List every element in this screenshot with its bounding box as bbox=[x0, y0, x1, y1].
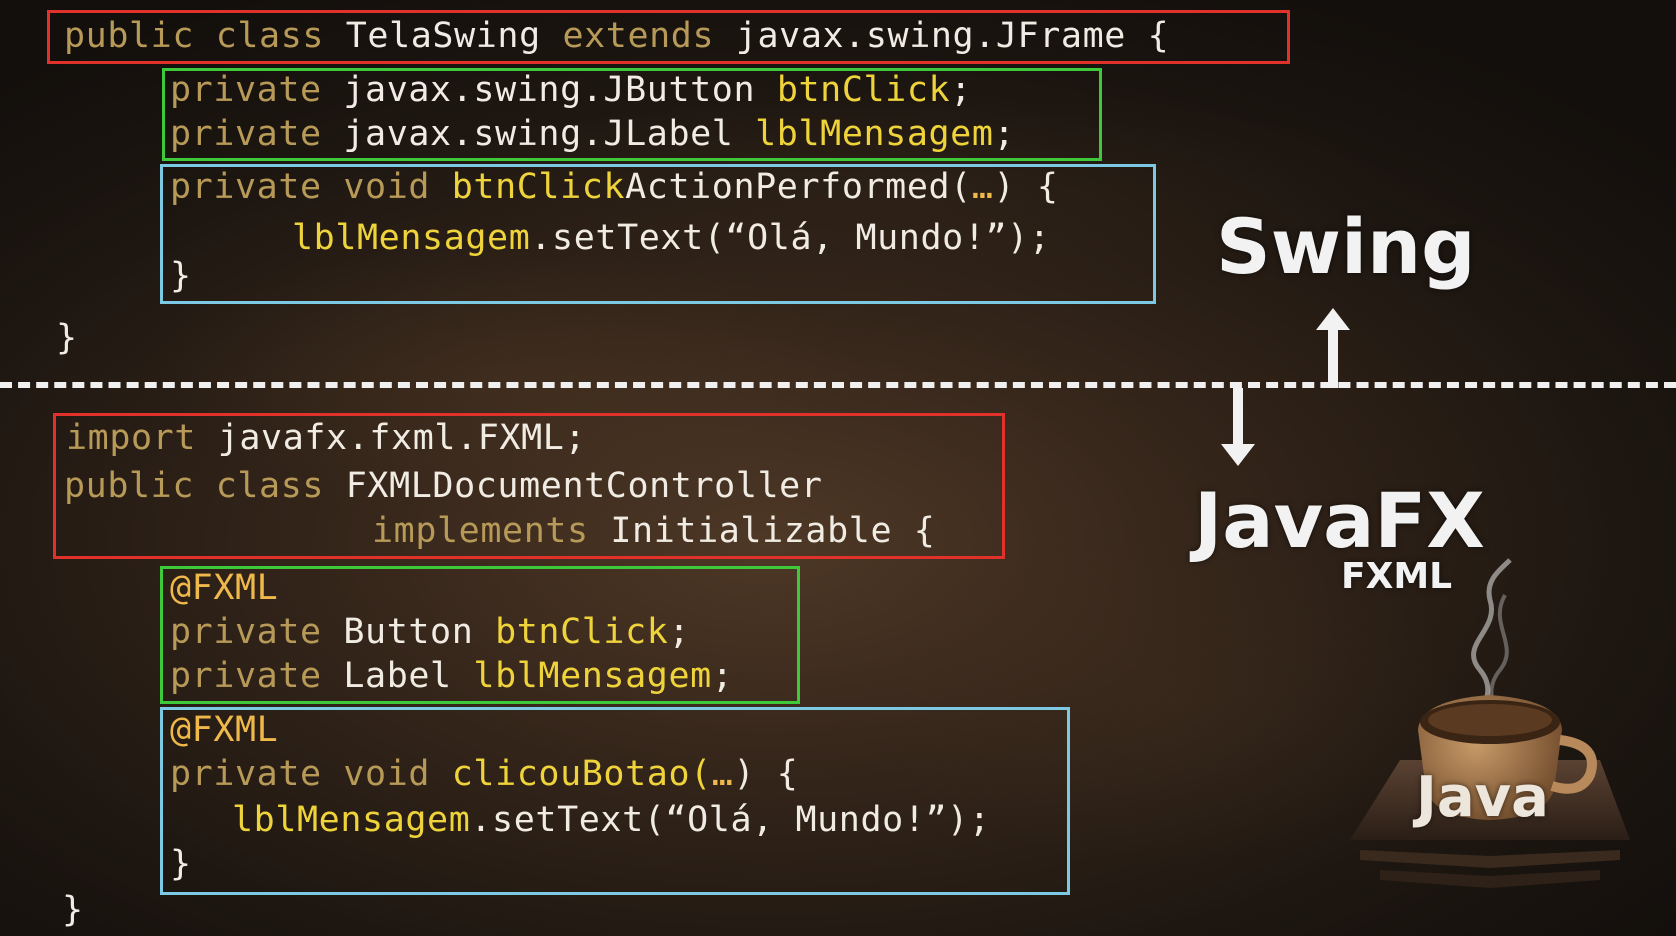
javafx-import: import javafx.fxml.FXML; bbox=[66, 416, 586, 460]
javafx-method-body: lblMensagem.setText(“Olá, Mundo!”); bbox=[232, 798, 991, 842]
keyword: private bbox=[170, 70, 344, 110]
brace: ) { bbox=[993, 167, 1059, 207]
javafx-class-close: } bbox=[62, 890, 84, 930]
swing-class-close: } bbox=[56, 318, 78, 358]
javafx-field-label: private Label lblMensagem; bbox=[170, 654, 733, 698]
semicolon: ; bbox=[711, 656, 734, 696]
identifier: btnClick bbox=[451, 167, 626, 207]
identifier: btnClick bbox=[495, 612, 669, 652]
ellipsis: … bbox=[971, 167, 994, 207]
keyword: private bbox=[170, 114, 344, 154]
swing-field-button: private javax.swing.JButton btnClick; bbox=[170, 68, 972, 112]
keyword: import bbox=[66, 418, 218, 458]
class-name: TelaSwing bbox=[345, 16, 563, 56]
javafx-field-button: private Button btnClick; bbox=[170, 610, 690, 654]
identifier: lblMensagem bbox=[292, 218, 531, 258]
method-suffix: ActionPerformed( bbox=[625, 167, 972, 207]
javafx-method-close: } bbox=[170, 844, 192, 884]
statement: .setText(“Olá, Mundo!”); bbox=[530, 218, 1051, 258]
identifier: lblMensagem bbox=[755, 114, 994, 154]
semicolon: ; bbox=[668, 612, 691, 652]
keyword: private void bbox=[170, 754, 452, 794]
javafx-annotation: @FXML bbox=[170, 710, 279, 750]
semicolon: ; bbox=[993, 114, 1016, 154]
interface-name: Initializable { bbox=[610, 511, 936, 551]
swing-method-body: lblMensagem.setText(“Olá, Mundo!”); bbox=[292, 216, 1051, 260]
java-logo-text: Java bbox=[1416, 765, 1549, 830]
java-logo: Java bbox=[1340, 550, 1640, 910]
keyword: private void bbox=[170, 167, 452, 207]
identifier: btnClick bbox=[776, 70, 951, 110]
keyword: private bbox=[170, 656, 344, 696]
coffee-cup-icon bbox=[1350, 558, 1630, 888]
javafx-method-signature: private void clicouBotao(…) { bbox=[170, 752, 798, 796]
swing-title: Swing bbox=[1216, 202, 1476, 291]
brace: ) { bbox=[733, 754, 799, 794]
class-name: FXMLDocumentController bbox=[345, 466, 823, 506]
keyword: public class bbox=[64, 16, 346, 56]
identifier: lblMensagem bbox=[232, 800, 471, 840]
semicolon: ; bbox=[950, 70, 972, 110]
type: javax.swing.JButton bbox=[343, 70, 777, 110]
javafx-implements: implements Initializable { bbox=[372, 509, 935, 553]
type: Label bbox=[343, 656, 474, 696]
javafx-annotation: @FXML bbox=[170, 568, 279, 608]
type: javax.swing.JLabel bbox=[343, 114, 756, 154]
swing-class-declaration: public class TelaSwing extends javax.swi… bbox=[64, 14, 1169, 58]
swing-method-close: } bbox=[170, 256, 192, 296]
type: Button bbox=[343, 612, 496, 652]
swing-method-signature: private void btnClickActionPerformed(…) … bbox=[170, 165, 1059, 209]
import-path: javafx.fxml.FXML; bbox=[217, 418, 587, 458]
arrow-up-icon bbox=[1316, 308, 1350, 388]
section-divider bbox=[0, 382, 1676, 388]
identifier: lblMensagem bbox=[473, 656, 712, 696]
ellipsis: … bbox=[711, 754, 734, 794]
keyword: implements bbox=[372, 511, 611, 551]
keyword: private bbox=[170, 612, 344, 652]
swing-field-label: private javax.swing.JLabel lblMensagem; bbox=[170, 112, 1015, 156]
arrow-down-icon bbox=[1221, 388, 1255, 466]
javafx-class-declaration: public class FXMLDocumentController bbox=[64, 464, 823, 508]
keyword: public class bbox=[64, 466, 346, 506]
statement: .setText(“Olá, Mundo!”); bbox=[470, 800, 991, 840]
superclass: javax.swing.JFrame { bbox=[735, 16, 1170, 56]
keyword: extends bbox=[562, 16, 736, 56]
identifier: clicouBotao( bbox=[451, 754, 712, 794]
